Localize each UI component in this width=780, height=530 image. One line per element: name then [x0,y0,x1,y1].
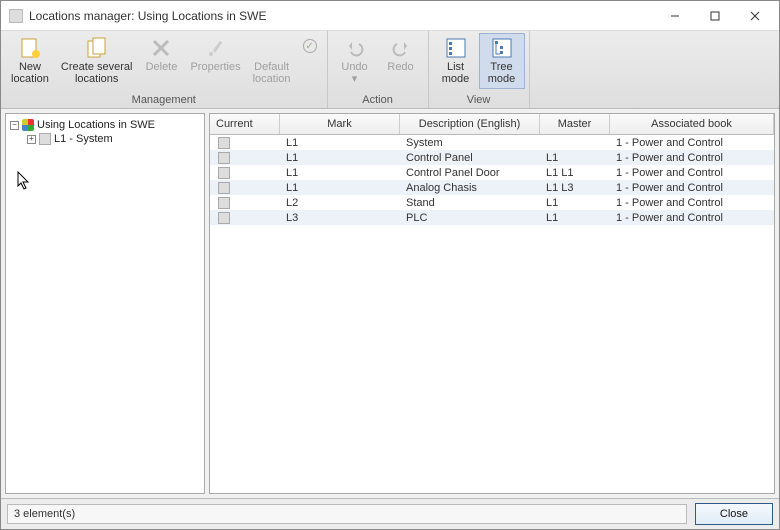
tree-mode-button[interactable]: Tree mode [479,33,525,89]
table-row[interactable]: L2StandL11 - Power and Control [210,195,774,210]
location-icon [218,212,230,224]
checkmark-icon: ✓ [303,39,317,53]
cell-current [210,137,280,149]
cell-master: L1 L3 [540,182,610,194]
table-header: Current Mark Description (English) Maste… [210,114,774,135]
table-row[interactable]: L1System 1 - Power and Control [210,135,774,150]
cell-book: 1 - Power and Control [610,197,774,209]
cell-description: PLC [400,212,540,224]
location-icon [218,182,230,194]
table-panel: Current Mark Description (English) Maste… [209,113,775,494]
cell-master: L1 L1 [540,167,610,179]
ribbon-group-label-view: View [433,92,525,108]
cell-description: Control Panel [400,152,540,164]
default-location-icon [261,37,283,59]
cell-description: Analog Chasis [400,182,540,194]
table-row[interactable]: L1Control Panel DoorL1 L11 - Power and C… [210,165,774,180]
cell-current [210,212,280,224]
cell-current [210,182,280,194]
location-icon [218,152,230,164]
cell-master: L1 [540,197,610,209]
location-icon [218,197,230,209]
cell-current [210,197,280,209]
delete-button[interactable]: Delete [138,33,184,77]
minimize-button[interactable] [655,2,695,30]
collapse-icon[interactable]: − [10,121,19,130]
table-row[interactable]: L3PLCL11 - Power and Control [210,210,774,225]
cell-current [210,167,280,179]
cell-mark: L1 [280,137,400,149]
delete-icon [150,37,172,59]
create-several-icon [86,37,108,59]
cell-mark: L1 [280,167,400,179]
table-body[interactable]: L1System1 - Power and ControlL1Control P… [210,135,774,493]
ribbon-group-label-action: Action [332,92,424,108]
ribbon-group-view: List mode Tree mode View [429,31,530,108]
cell-book: 1 - Power and Control [610,182,774,194]
ribbon-toolbar: New location Create several locations De… [1,31,779,109]
cell-current [210,152,280,164]
content-area: − Using Locations in SWE + L1 - System C… [1,109,779,498]
maximize-button[interactable] [695,2,735,30]
cell-book: 1 - Power and Control [610,137,774,149]
properties-button[interactable]: Properties [184,33,246,77]
window-title: Locations manager: Using Locations in SW… [29,9,655,23]
ribbon-group-action: Undo ▾ Redo Action [328,31,429,108]
undo-button[interactable]: Undo ▾ [332,33,378,89]
app-icon [9,9,23,23]
ribbon-group-label-management: Management [5,92,323,108]
col-associated-book[interactable]: Associated book [610,114,774,134]
cell-mark: L2 [280,197,400,209]
cell-description: System [400,137,540,149]
cell-mark: L1 [280,152,400,164]
redo-icon [390,37,412,59]
col-current[interactable]: Current [210,114,280,134]
tree-mode-icon [491,37,513,59]
cell-book: 1 - Power and Control [610,152,774,164]
tree-panel[interactable]: − Using Locations in SWE + L1 - System [5,113,205,494]
col-master[interactable]: Master [540,114,610,134]
list-mode-icon [445,37,467,59]
default-location-button[interactable]: Default location [247,33,297,89]
col-description[interactable]: Description (English) [400,114,540,134]
close-window-button[interactable] [735,2,775,30]
cell-master: L1 [540,212,610,224]
undo-icon [344,37,366,59]
cell-master: L1 [540,152,610,164]
tree-child-label: L1 - System [54,133,113,145]
new-location-button[interactable]: New location [5,33,55,89]
redo-button[interactable]: Redo [378,33,424,77]
status-bar: 3 element(s) [7,504,687,524]
new-location-icon [19,37,41,59]
cell-description: Control Panel Door [400,167,540,179]
close-button[interactable]: Close [695,503,773,525]
ribbon-group-management: New location Create several locations De… [1,31,328,108]
location-icon [39,133,51,145]
tree-root-node[interactable]: − Using Locations in SWE [8,118,202,132]
list-mode-button[interactable]: List mode [433,33,479,89]
expand-icon[interactable]: + [27,135,36,144]
col-mark[interactable]: Mark [280,114,400,134]
cell-description: Stand [400,197,540,209]
properties-icon [205,37,227,59]
table-row[interactable]: L1Control PanelL11 - Power and Control [210,150,774,165]
cell-book: 1 - Power and Control [610,167,774,179]
locations-root-icon [22,119,34,131]
location-icon [218,137,230,149]
cell-mark: L1 [280,182,400,194]
create-several-locations-button[interactable]: Create several locations [55,33,139,89]
location-icon [218,167,230,179]
table-row[interactable]: L1Analog ChasisL1 L31 - Power and Contro… [210,180,774,195]
title-bar: Locations manager: Using Locations in SW… [1,1,779,31]
tree-root-label: Using Locations in SWE [37,119,155,131]
cell-book: 1 - Power and Control [610,212,774,224]
footer: 3 element(s) Close [1,498,779,529]
cell-mark: L3 [280,212,400,224]
tree-child-node[interactable]: + L1 - System [8,132,202,146]
